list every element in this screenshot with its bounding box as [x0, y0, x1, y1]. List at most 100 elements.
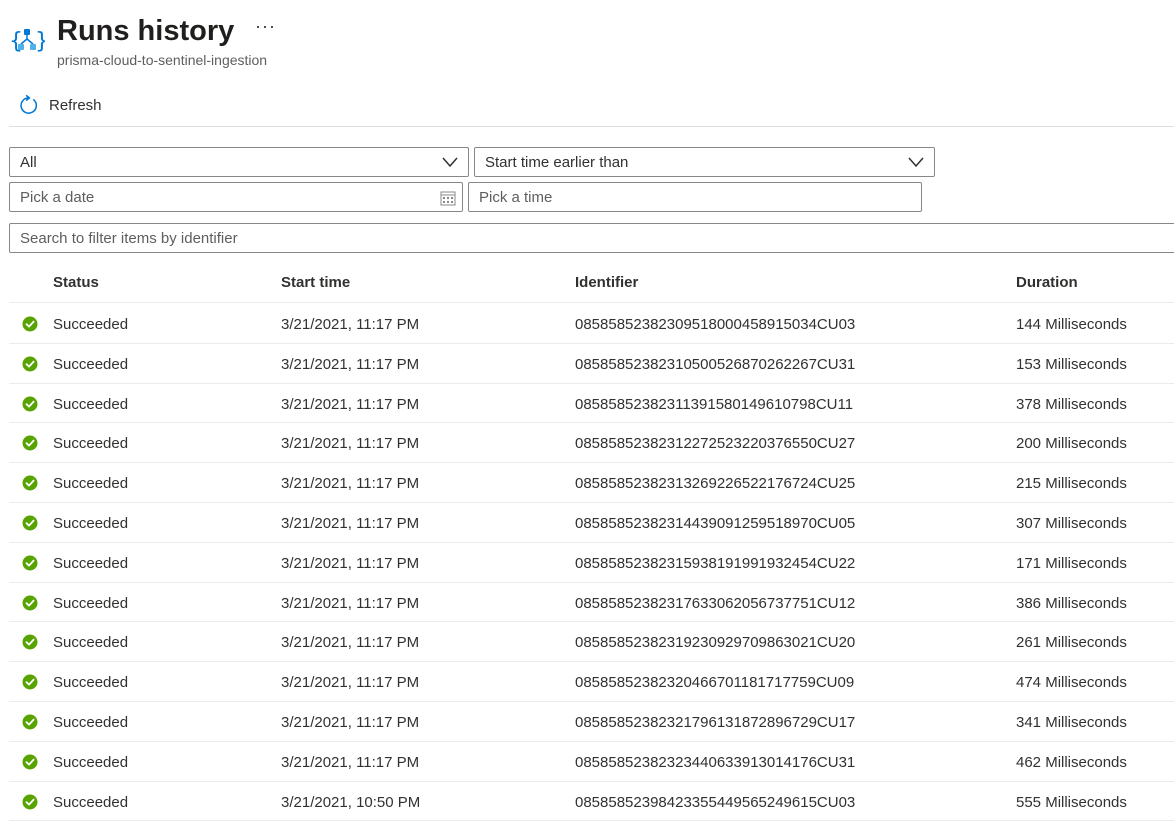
- column-header-start-time[interactable]: Start time: [281, 274, 350, 291]
- table-row[interactable]: Succeeded 3/21/2021, 11:17 PM 085858523823…: [9, 304, 1174, 344]
- identifier-cell: 08585852382312272523220376550CU27: [575, 435, 856, 453]
- success-check-icon: [22, 555, 38, 571]
- identifier-search-input[interactable]: Search to filter items by identifier: [9, 223, 1174, 253]
- table-row[interactable]: Succeeded 3/21/2021, 11:17 PM 085858523823…: [9, 662, 1174, 702]
- duration-cell: 144 Milliseconds: [1016, 316, 1127, 333]
- refresh-icon: [20, 94, 38, 114]
- duration-cell: 386 Milliseconds: [1016, 594, 1127, 612]
- table-row[interactable]: Succeeded 3/21/2021, 11:17 PM 085858523823…: [9, 463, 1174, 503]
- column-header-status[interactable]: Status: [53, 274, 99, 291]
- svg-text:}: }: [35, 29, 45, 54]
- start-time-cell: 3/21/2021, 11:17 PM: [281, 316, 420, 333]
- start-time-cell: 3/21/2021, 11:17 PM: [281, 674, 420, 692]
- status-filter-value: All: [20, 153, 37, 171]
- success-check-icon: [22, 794, 38, 810]
- start-time-cell: 3/21/2021, 11:17 PM: [281, 634, 420, 652]
- column-header-duration[interactable]: Duration: [1016, 274, 1078, 291]
- duration-cell: 307 Milliseconds: [1016, 514, 1127, 532]
- identifier-cell: 08585852382309518000458915034CU03: [575, 316, 856, 333]
- duration-cell: 378 Milliseconds: [1016, 395, 1127, 413]
- identifier-cell: 08585852382315938191991932454CU22: [575, 554, 856, 572]
- refresh-label: Refresh: [49, 96, 102, 114]
- chevron-down-icon: [442, 157, 458, 168]
- success-check-icon: [22, 475, 38, 491]
- duration-cell: 474 Milliseconds: [1016, 674, 1127, 692]
- start-time-cell: 3/21/2021, 11:17 PM: [281, 355, 420, 373]
- success-check-icon: [22, 515, 38, 531]
- start-time-cell: 3/21/2021, 11:17 PM: [281, 753, 420, 771]
- calendar-icon[interactable]: [440, 190, 456, 206]
- column-header-identifier[interactable]: Identifier: [575, 274, 638, 291]
- status-cell: Succeeded: [53, 634, 129, 652]
- status-cell: Succeeded: [53, 753, 129, 771]
- status-cell: Succeeded: [53, 475, 129, 493]
- duration-cell: 171 Milliseconds: [1016, 554, 1127, 572]
- status-cell: Succeeded: [53, 594, 129, 612]
- start-time-cell: 3/21/2021, 11:17 PM: [281, 554, 420, 572]
- page-subtitle: prisma-cloud-to-sentinel-ingestion: [57, 52, 268, 68]
- runs-history-page: { } Runs history ··· prisma-cloud-to-sen…: [0, 0, 1174, 826]
- success-check-icon: [22, 714, 38, 730]
- table-row[interactable]: Succeeded 3/21/2021, 11:17 PM 085858523823…: [9, 742, 1174, 782]
- success-check-icon: [22, 634, 38, 650]
- duration-cell: 153 Milliseconds: [1016, 355, 1127, 373]
- identifier-cell: 08585852398423355449565249615CU03: [575, 793, 856, 811]
- identifier-cell: 08585852382314439091259518970CU05: [575, 514, 856, 532]
- success-check-icon: [22, 356, 38, 372]
- date-picker-input[interactable]: Pick a date: [9, 182, 463, 212]
- duration-cell: 341 Milliseconds: [1016, 713, 1127, 731]
- success-check-icon: [22, 754, 38, 770]
- runs-table-body: Succeeded 3/21/2021, 11:17 PM 085858523823…: [9, 304, 1174, 822]
- identifier-cell: 08585852382311391580149610798CU11: [575, 395, 854, 413]
- status-cell: Succeeded: [53, 554, 129, 572]
- success-check-icon: [22, 435, 38, 451]
- duration-cell: 555 Milliseconds: [1016, 793, 1127, 811]
- status-cell: Succeeded: [53, 713, 129, 731]
- duration-cell: 261 Milliseconds: [1016, 634, 1127, 652]
- start-time-cell: 3/21/2021, 11:17 PM: [281, 713, 420, 731]
- search-placeholder: Search to filter items by identifier: [20, 229, 238, 247]
- svg-text:{: {: [9, 29, 23, 54]
- start-time-cell: 3/21/2021, 11:17 PM: [281, 594, 420, 612]
- refresh-button[interactable]: Refresh: [18, 93, 102, 117]
- identifier-cell: 08585852382317633062056737751CU12: [575, 594, 856, 612]
- duration-cell: 215 Milliseconds: [1016, 475, 1127, 493]
- success-check-icon: [22, 396, 38, 412]
- identifier-cell: 08585852382320466701181717759CU09: [575, 674, 855, 692]
- identifier-cell: 08585852382321796131872896729CU17: [575, 713, 856, 731]
- page-title: Runs history: [57, 15, 235, 47]
- status-cell: Succeeded: [53, 435, 129, 453]
- table-row[interactable]: Succeeded 3/21/2021, 11:17 PM 085858523823…: [9, 702, 1174, 742]
- status-cell: Succeeded: [53, 793, 129, 811]
- date-placeholder: Pick a date: [20, 188, 95, 206]
- success-check-icon: [22, 316, 38, 332]
- table-row[interactable]: Succeeded 3/21/2021, 11:17 PM 085858523823…: [9, 423, 1174, 464]
- time-filter-dropdown[interactable]: Start time earlier than: [474, 147, 935, 177]
- start-time-cell: 3/21/2021, 11:17 PM: [281, 514, 420, 532]
- table-row[interactable]: Succeeded 3/21/2021, 11:17 PM 085858523823…: [9, 503, 1174, 543]
- success-check-icon: [22, 595, 38, 611]
- identifier-cell: 08585852382310500526870262267CU31: [575, 355, 856, 373]
- table-row[interactable]: Succeeded 3/21/2021, 10:50 PM 085858523984…: [9, 782, 1174, 822]
- status-cell: Succeeded: [53, 514, 129, 532]
- table-row[interactable]: Succeeded 3/21/2021, 11:17 PM 085858523823…: [9, 384, 1174, 424]
- table-row[interactable]: Succeeded 3/21/2021, 11:17 PM 085858523823…: [9, 543, 1174, 583]
- logic-app-icon: { }: [9, 24, 49, 58]
- time-picker-input[interactable]: Pick a time: [468, 182, 922, 212]
- table-row[interactable]: Succeeded 3/21/2021, 11:17 PM 085858523823…: [9, 583, 1174, 623]
- table-row[interactable]: Succeeded 3/21/2021, 11:17 PM 085858523823…: [9, 622, 1174, 663]
- status-filter-dropdown[interactable]: All: [9, 147, 469, 177]
- duration-cell: 200 Milliseconds: [1016, 435, 1127, 453]
- toolbar-divider: [9, 126, 1174, 127]
- start-time-cell: 3/21/2021, 10:50 PM: [281, 793, 421, 811]
- time-filter-value: Start time earlier than: [485, 153, 629, 171]
- start-time-cell: 3/21/2021, 11:17 PM: [281, 395, 420, 413]
- status-cell: Succeeded: [53, 355, 129, 373]
- status-cell: Succeeded: [53, 395, 129, 413]
- table-row[interactable]: Succeeded 3/21/2021, 11:17 PM 085858523823…: [9, 344, 1174, 384]
- time-placeholder: Pick a time: [479, 188, 553, 206]
- identifier-cell: 08585852382323440633913014176CU31: [575, 753, 856, 771]
- more-options-button[interactable]: ···: [255, 16, 276, 36]
- identifier-cell: 08585852382319230929709863021CU20: [575, 634, 856, 652]
- start-time-cell: 3/21/2021, 11:17 PM: [281, 435, 420, 453]
